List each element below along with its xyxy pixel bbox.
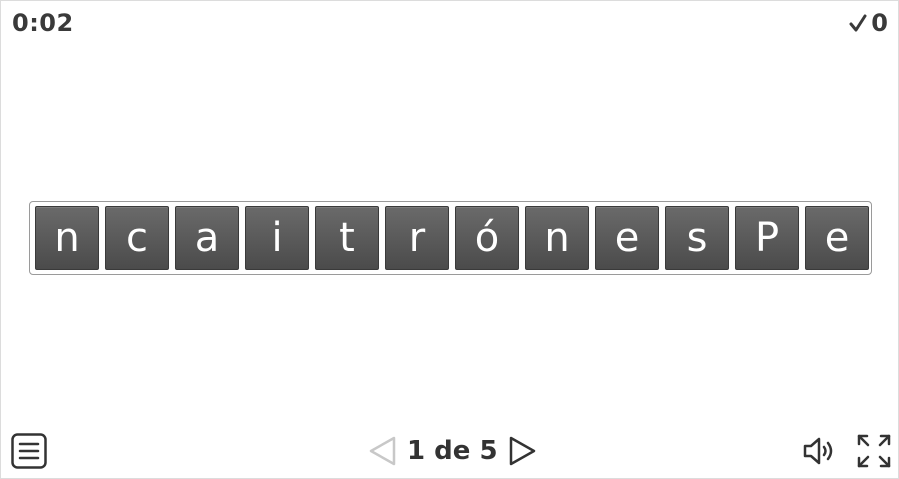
triangle-right-icon[interactable] — [508, 435, 538, 467]
checkmark-icon — [849, 14, 867, 32]
triangle-left-icon[interactable] — [367, 435, 397, 467]
letter-tile[interactable]: s — [665, 206, 729, 270]
letter-tiles: n c a i t r ó n e s P e — [35, 206, 869, 270]
letter-tile[interactable]: c — [105, 206, 169, 270]
page-indicator: 1 de 5 — [407, 436, 498, 466]
letter-tile[interactable]: a — [175, 206, 239, 270]
bottom-toolbar: 1 de 5 — [1, 425, 899, 477]
letter-tile[interactable]: t — [315, 206, 379, 270]
letter-tile[interactable]: n — [35, 206, 99, 270]
speaker-icon[interactable] — [802, 435, 838, 467]
pagination: 1 de 5 — [367, 433, 538, 469]
timer: 0:02 — [12, 9, 74, 37]
letter-tile[interactable]: n — [525, 206, 589, 270]
letter-tile[interactable]: e — [805, 206, 869, 270]
menu-icon[interactable] — [11, 433, 47, 469]
score-value: 0 — [871, 9, 888, 37]
letter-tile[interactable]: P — [735, 206, 799, 270]
letter-tile[interactable]: i — [245, 206, 309, 270]
score-display: 0 — [849, 9, 888, 37]
letter-tile[interactable]: r — [385, 206, 449, 270]
fullscreen-icon[interactable] — [856, 433, 892, 469]
letter-tray: n c a i t r ó n e s P e — [29, 201, 872, 275]
game-frame: 0:02 0 n c a i t r ó n e s P e 1 de 5 — [0, 0, 899, 479]
letter-tile[interactable]: ó — [455, 206, 519, 270]
letter-tile[interactable]: e — [595, 206, 659, 270]
